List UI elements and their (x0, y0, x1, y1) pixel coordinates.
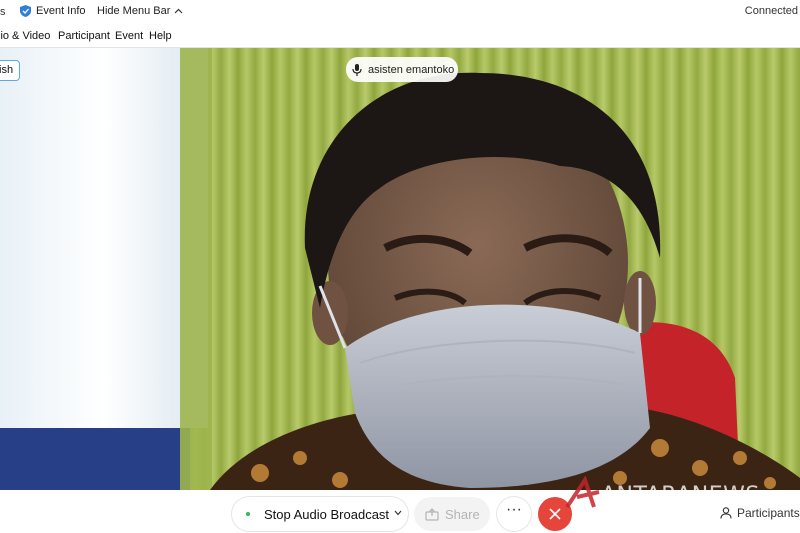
watermark-text: ANTARANEWS (601, 483, 760, 508)
video-feed (0, 48, 800, 490)
speaker-name: asisten emantoko (368, 63, 455, 76)
chevron-up-icon (174, 8, 183, 14)
menu-audio-video[interactable]: lio & Video (0, 30, 50, 42)
connection-status: Connected (744, 5, 798, 17)
event-info-label: Event Info (36, 5, 86, 17)
more-options-button[interactable]: ··· (497, 497, 531, 531)
share-label: Share (445, 506, 480, 522)
title-bar: s Event Info Hide Menu Bar Connected (0, 0, 800, 24)
chevron-down-icon[interactable] (394, 510, 402, 516)
hide-menu-bar-label: Hide Menu Bar (97, 5, 171, 17)
shield-icon (20, 5, 31, 17)
event-info-button[interactable]: Event Info (20, 5, 86, 17)
broadcast-status-dot (246, 512, 250, 516)
speaker-name-tag: asisten emantoko (346, 57, 458, 82)
share-button[interactable]: Share (414, 497, 490, 531)
stop-audio-broadcast-label: Stop Audio Broadcast (264, 506, 390, 522)
share-icon (425, 507, 439, 521)
stop-audio-broadcast-button[interactable]: Stop Audio Broadcast (232, 497, 408, 531)
menu-bar: lio & Video Participant Event Help (0, 24, 800, 48)
language-button[interactable]: ish (0, 60, 20, 81)
hide-menu-bar-button[interactable]: Hide Menu Bar (97, 5, 183, 17)
speaker-video-image (0, 48, 800, 490)
microphone-icon (352, 63, 362, 76)
menu-participant[interactable]: Participant (58, 30, 110, 42)
truncated-menu-label[interactable]: s (0, 6, 6, 18)
menu-help[interactable]: Help (149, 30, 172, 42)
menu-event[interactable]: Event (115, 30, 143, 42)
